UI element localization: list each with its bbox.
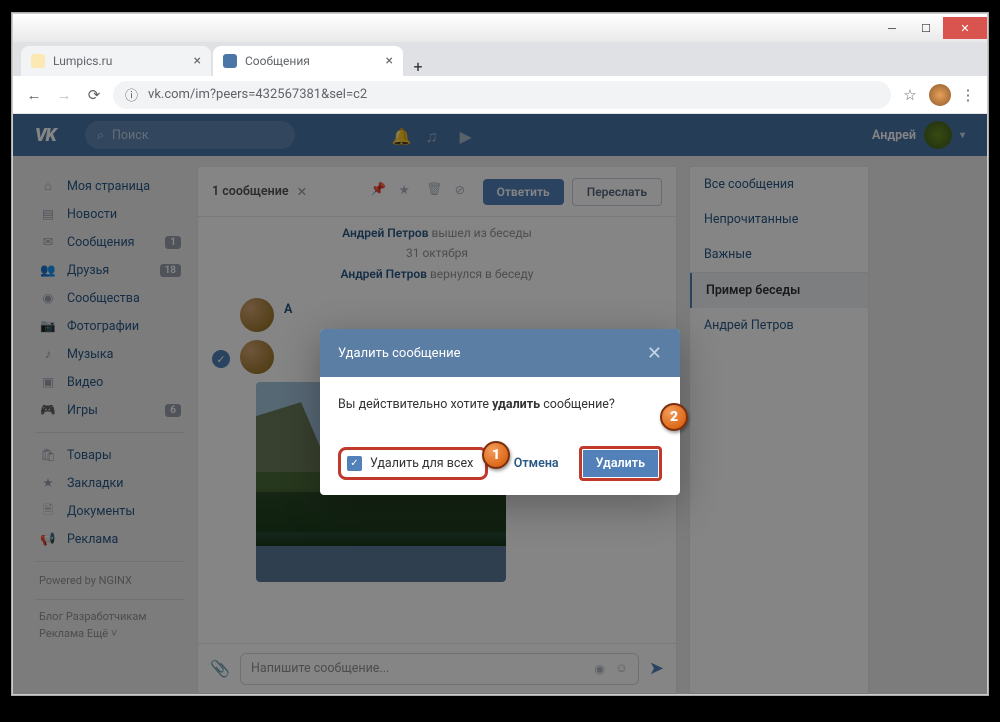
secure-icon: ⓘ [125,85,138,104]
delete-for-all-checkbox[interactable]: ✓ Удалить для всех [338,447,488,480]
annotation-callout-2: 2 [660,403,688,431]
modal-title: Удалить сообщение [338,346,460,361]
back-icon[interactable]: ← [23,86,45,104]
profile-avatar-icon[interactable] [929,84,951,106]
annotation-callout-1: 1 [482,441,510,469]
modal-overlay[interactable]: Удалить сообщение ✕ Вы действительно хот… [13,114,987,694]
window-maximize-button[interactable]: ☐ [909,17,943,39]
address-bar: ← → ⟳ ⓘ vk.com/im?peers=432567381&sel=c2… [13,76,987,114]
reload-icon[interactable]: ⟳ [83,86,105,104]
new-tab-button[interactable]: + [405,57,431,76]
modal-header: Удалить сообщение ✕ [320,329,680,377]
menu-icon[interactable]: ⋮ [959,86,977,104]
forward-icon[interactable]: → [53,86,75,104]
checkbox-checked-icon: ✓ [347,456,362,471]
browser-tab-lumpics[interactable]: Lumpics.ru × [21,46,211,76]
tab-close-icon[interactable]: × [194,53,201,69]
cancel-button[interactable]: Отмена [504,449,569,478]
tab-title: Lumpics.ru [53,54,112,68]
delete-button[interactable]: Удалить [579,446,662,481]
vk-page: VK ⌕ Поиск 🔔 ♫ ▶ Андрей ▾ ⌂Моя страница … [13,114,987,694]
window-close-button[interactable]: ✕ [943,17,987,39]
window-minimize-button[interactable]: ─ [875,17,909,39]
browser-window: ─ ☐ ✕ Lumpics.ru × Сообщения × + ← → ⟳ ⓘ… [12,13,988,695]
modal-close-icon[interactable]: ✕ [647,343,662,364]
url-input[interactable]: ⓘ vk.com/im?peers=432567381&sel=c2 [113,81,891,109]
browser-tab-vk[interactable]: Сообщения × [213,46,403,76]
favicon-icon [223,54,237,68]
bookmark-icon[interactable]: ☆ [899,86,921,104]
modal-body: Вы действительно хотите удалить сообщени… [320,377,680,432]
checkbox-label: Удалить для всех [370,456,473,471]
window-titlebar: ─ ☐ ✕ [13,14,987,42]
tab-close-icon[interactable]: × [386,53,393,69]
favicon-icon [31,54,45,68]
url-text: vk.com/im?peers=432567381&sel=c2 [148,87,367,102]
tab-title: Сообщения [245,54,310,68]
tab-strip: Lumpics.ru × Сообщения × + [13,42,987,76]
delete-message-modal: Удалить сообщение ✕ Вы действительно хот… [320,329,680,495]
